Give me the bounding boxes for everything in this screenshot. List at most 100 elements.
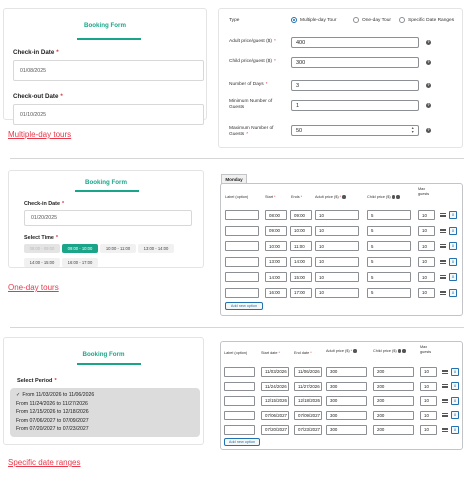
remove-row-button[interactable]: x	[449, 226, 457, 235]
time-slot-13[interactable]: 13:00 - 14:00	[138, 244, 174, 253]
period-option[interactable]: From 11/03/2026 to 11/06/2026	[10, 391, 200, 400]
drag-handle-icon[interactable]	[442, 398, 448, 403]
adult-price-cell[interactable]: 300	[326, 396, 367, 406]
label-cell[interactable]	[224, 396, 255, 406]
label-cell[interactable]	[225, 241, 259, 251]
max-guests-cell[interactable]: 10	[418, 210, 435, 220]
start-cell[interactable]: 11/03/2026	[261, 367, 289, 377]
remove-row-button[interactable]: x	[449, 211, 457, 219]
remove-row-button[interactable]: x	[449, 242, 457, 250]
number-of-days-input[interactable]: 3	[291, 80, 419, 91]
period-option[interactable]: From 12/15/2026 to 12/18/2026	[10, 408, 200, 417]
start-cell[interactable]: 11/24/2026	[261, 381, 289, 391]
max-guests-cell[interactable]: 10	[420, 410, 437, 420]
max-guests-cell[interactable]: 10	[418, 287, 435, 298]
time-slot-08[interactable]: 08:00 - 09:00	[24, 244, 60, 253]
checkin-date-input[interactable]: 01/20/2025	[24, 210, 192, 226]
remove-row-button[interactable]: x	[451, 367, 459, 376]
drag-handle-icon[interactable]	[442, 369, 448, 374]
remove-row-button[interactable]: x	[449, 273, 457, 281]
drag-handle-icon[interactable]	[442, 413, 448, 418]
remove-row-button[interactable]: x	[451, 396, 459, 405]
start-cell[interactable]: 14:00	[265, 272, 287, 282]
label-cell[interactable]	[224, 425, 255, 435]
remove-row-button[interactable]: x	[449, 257, 457, 266]
start-cell[interactable]: 13:00	[265, 256, 287, 267]
child-price-cell[interactable]: 200	[373, 381, 414, 391]
drag-handle-icon[interactable]	[440, 275, 446, 279]
child-price-cell[interactable]: 200	[373, 425, 414, 435]
end-cell[interactable]: 09:00	[290, 210, 312, 220]
period-option[interactable]: From 07/06/2027 to 07/09/2027	[10, 417, 200, 426]
min-guests-input[interactable]: 1	[291, 100, 419, 111]
remove-row-button[interactable]: x	[449, 288, 457, 297]
add-new-option-button[interactable]: Add new option	[224, 438, 260, 446]
start-cell[interactable]: 08:00	[265, 210, 287, 220]
start-cell[interactable]: 12/15/2026	[261, 396, 289, 406]
start-cell[interactable]: 07/20/2027	[261, 425, 289, 435]
help-icon[interactable]: ?	[426, 128, 431, 133]
label-cell[interactable]	[225, 210, 259, 220]
time-slot-10[interactable]: 10:00 - 11:00	[100, 244, 136, 253]
adult-price-cell[interactable]: 10	[315, 225, 359, 236]
remove-row-button[interactable]: x	[451, 382, 459, 391]
start-cell[interactable]: 16:00	[265, 287, 287, 298]
adult-price-cell[interactable]: 10	[315, 241, 359, 251]
type-radio-specific-date[interactable]: Specific Date Ranges	[399, 17, 454, 23]
drag-handle-icon[interactable]	[440, 259, 446, 264]
adult-price-cell[interactable]: 300	[326, 381, 367, 391]
max-guests-input[interactable]: 50	[291, 125, 419, 136]
max-guests-cell[interactable]: 10	[418, 256, 435, 267]
drag-handle-icon[interactable]	[442, 427, 448, 432]
label-cell[interactable]	[224, 410, 255, 420]
child-price-cell[interactable]: 5	[367, 287, 411, 298]
adult-price-cell[interactable]: 10	[315, 210, 359, 220]
max-guests-cell[interactable]: 10	[418, 241, 435, 251]
remove-row-button[interactable]: x	[451, 425, 459, 434]
max-guests-cell[interactable]: 10	[420, 425, 437, 435]
label-cell[interactable]	[225, 287, 259, 298]
child-price-cell[interactable]: 5	[367, 210, 411, 220]
child-price-cell[interactable]: 5	[367, 241, 411, 251]
period-option[interactable]: From 07/20/2027 to 07/23/2027	[10, 425, 200, 434]
spinner-arrows-icon[interactable]: ▲ ▼	[411, 126, 414, 134]
drag-handle-icon[interactable]	[440, 244, 446, 248]
end-cell[interactable]: 15:00	[290, 272, 312, 282]
checkin-date-input[interactable]: 01/08/2025	[13, 60, 204, 81]
drag-handle-icon[interactable]	[440, 290, 446, 295]
max-guests-cell[interactable]: 10	[418, 272, 435, 282]
adult-price-cell[interactable]: 300	[326, 425, 367, 435]
add-new-option-button[interactable]: Add new option	[225, 302, 263, 310]
adult-price-cell[interactable]: 300	[326, 367, 367, 377]
drag-handle-icon[interactable]	[440, 228, 446, 233]
period-option[interactable]: From 11/24/2026 to 11/27/2026	[10, 400, 200, 409]
label-cell[interactable]	[224, 381, 255, 391]
end-cell[interactable]: 07/09/2027	[294, 410, 322, 420]
time-slot-14[interactable]: 14:00 - 15:00	[24, 258, 60, 267]
adult-price-cell[interactable]: 10	[315, 256, 359, 267]
adult-price-input[interactable]: 400	[291, 37, 419, 48]
remove-row-button[interactable]: x	[451, 411, 459, 420]
label-cell[interactable]	[224, 367, 255, 377]
label-cell[interactable]	[225, 225, 259, 236]
end-cell[interactable]: 14:00	[290, 256, 312, 267]
drag-handle-icon[interactable]	[442, 384, 448, 389]
time-slot-09[interactable]: 09:00 - 10:00	[62, 244, 98, 253]
adult-price-cell[interactable]: 10	[315, 272, 359, 282]
end-cell[interactable]: 10:00	[290, 225, 312, 236]
max-guests-cell[interactable]: 10	[418, 225, 435, 236]
child-price-cell[interactable]: 5	[367, 272, 411, 282]
adult-price-cell[interactable]: 10	[315, 287, 359, 298]
time-slot-16[interactable]: 16:00 - 17:00	[62, 258, 98, 267]
max-guests-cell[interactable]: 10	[420, 381, 437, 391]
max-guests-cell[interactable]: 10	[420, 396, 437, 406]
end-cell[interactable]: 12/18/2026	[294, 396, 322, 406]
help-icon[interactable]: ?	[426, 103, 431, 108]
child-price-cell[interactable]: 200	[373, 367, 414, 377]
checkout-date-input[interactable]: 01/10/2025	[13, 104, 204, 125]
help-icon[interactable]: ?	[426, 60, 431, 65]
type-radio-one-day[interactable]: One-day Tour	[353, 17, 391, 23]
end-cell[interactable]: 11:00	[290, 241, 312, 251]
period-dropdown[interactable]: From 11/03/2026 to 11/06/2026 From 11/24…	[10, 388, 200, 437]
help-icon[interactable]: ?	[426, 83, 431, 88]
